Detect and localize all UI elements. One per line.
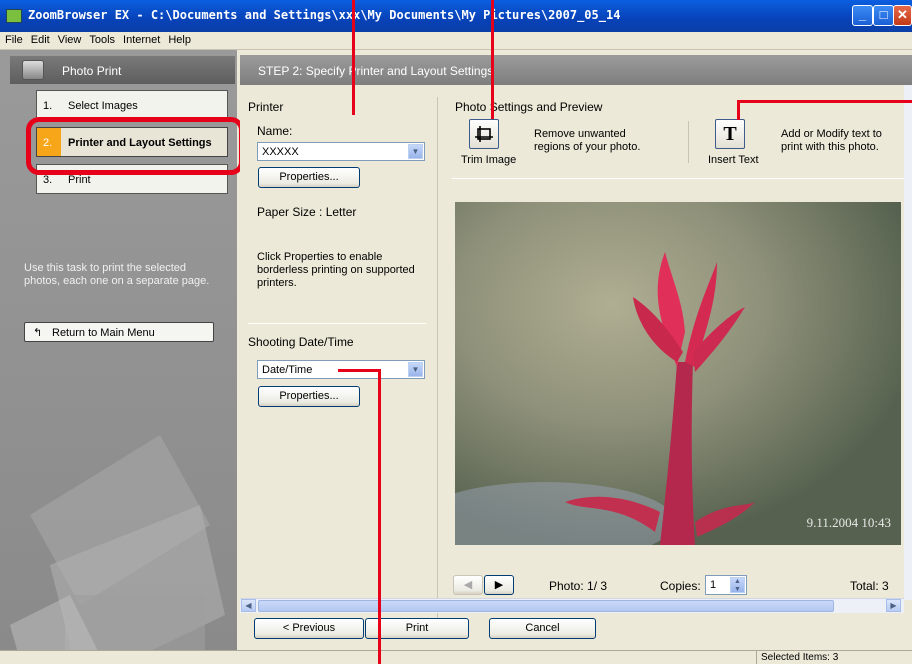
step-select-images[interactable]: 1. Select Images bbox=[36, 90, 228, 120]
date-properties-button[interactable]: Properties... bbox=[258, 386, 360, 407]
printer-section-label: Printer bbox=[248, 100, 284, 114]
window-title: ZoomBrowser EX - C:\Documents and Settin… bbox=[28, 8, 621, 22]
cancel-button[interactable]: Cancel bbox=[489, 618, 596, 639]
scroll-right-icon[interactable]: ▶ bbox=[886, 599, 901, 612]
app-icon bbox=[6, 9, 22, 23]
horizontal-scrollbar[interactable]: ◀ ▶ bbox=[240, 598, 904, 613]
return-label: Return to Main Menu bbox=[52, 327, 155, 339]
next-photo-button[interactable]: ▶ bbox=[484, 575, 514, 595]
total-label: Total: 3 bbox=[850, 579, 889, 593]
menu-file[interactable]: File bbox=[0, 32, 26, 46]
trim-image-button[interactable] bbox=[469, 119, 499, 149]
settings-pane: STEP 2: Specify Printer and Layout Setti… bbox=[240, 55, 912, 650]
step-label: Select Images bbox=[68, 100, 138, 112]
insert-text-description: Add or Modify text to print with this ph… bbox=[781, 128, 882, 153]
text-icon: T bbox=[723, 123, 737, 145]
stepper-arrows-icon[interactable]: ▲ ▼ bbox=[730, 577, 745, 593]
date-time-value: Date/Time bbox=[262, 364, 313, 376]
callout-line-date-horizontal bbox=[338, 369, 381, 372]
menu-view[interactable]: View bbox=[53, 32, 85, 46]
copies-stepper[interactable]: 1 ▲ ▼ bbox=[705, 575, 747, 595]
menu-internet[interactable]: Internet bbox=[118, 32, 163, 46]
tool-divider bbox=[688, 121, 689, 163]
close-button[interactable]: ✕ bbox=[893, 5, 912, 26]
printer-icon bbox=[22, 60, 44, 80]
menu-help[interactable]: Help bbox=[163, 32, 194, 46]
photo-counter: Photo: 1/ 3 bbox=[549, 579, 608, 593]
task-title: Photo Print bbox=[62, 64, 122, 78]
divider bbox=[452, 178, 904, 179]
selected-items-text: Selected Items: 3 bbox=[761, 652, 839, 663]
chevron-down-icon[interactable]: ▼ bbox=[408, 362, 423, 377]
printer-artwork-icon bbox=[10, 435, 225, 664]
step-number: 1. bbox=[43, 100, 53, 112]
copies-label: Copies: bbox=[660, 579, 701, 593]
printer-properties-button[interactable]: Properties... bbox=[258, 167, 360, 188]
paper-size-text: Paper Size : Letter bbox=[257, 205, 357, 219]
return-main-menu-button[interactable]: ↰ Return to Main Menu bbox=[24, 322, 214, 342]
step-label: Print bbox=[68, 174, 91, 186]
previous-button[interactable]: < Previous bbox=[254, 618, 364, 639]
callout-line-text-horizontal bbox=[737, 100, 912, 103]
previous-photo-button[interactable]: ◀ bbox=[453, 575, 483, 595]
status-cell: Selected Items: 3 bbox=[756, 651, 912, 664]
scroll-left-icon[interactable]: ◀ bbox=[241, 599, 256, 612]
task-header: Photo Print bbox=[10, 56, 235, 84]
step-header: STEP 2: Specify Printer and Layout Setti… bbox=[240, 55, 912, 85]
maximize-button[interactable]: □ bbox=[873, 5, 894, 26]
chevron-down-icon[interactable]: ▼ bbox=[408, 144, 423, 159]
vertical-scrollbar[interactable] bbox=[904, 85, 912, 600]
trim-description: Remove unwanted regions of your photo. bbox=[534, 128, 641, 153]
scroll-thumb[interactable] bbox=[258, 600, 834, 612]
divider bbox=[248, 323, 426, 324]
return-arrow-icon: ↰ bbox=[33, 327, 43, 339]
menu-bar: File Edit View Tools Internet Help bbox=[0, 32, 912, 50]
callout-line-printer bbox=[352, 0, 355, 115]
title-bar: ZoomBrowser EX - C:\Documents and Settin… bbox=[0, 0, 912, 32]
menu-tools[interactable]: Tools bbox=[84, 32, 118, 46]
printer-name-select[interactable]: XXXXX ▼ bbox=[257, 142, 425, 161]
photo-settings-label: Photo Settings and Preview bbox=[455, 100, 603, 114]
shooting-date-section-label: Shooting Date/Time bbox=[248, 335, 354, 349]
flower-photo bbox=[455, 202, 901, 545]
insert-text-label: Insert Text bbox=[708, 154, 759, 166]
printer-name-value: XXXXX bbox=[262, 146, 299, 158]
step-header-text: STEP 2: Specify Printer and Layout Setti… bbox=[258, 64, 494, 78]
photo-preview: 9.11.2004 10:43 bbox=[455, 202, 901, 545]
date-stamp: 9.11.2004 10:43 bbox=[806, 515, 891, 530]
callout-line-trim bbox=[491, 0, 494, 119]
trim-image-label: Trim Image bbox=[461, 154, 517, 166]
task-help-text: Use this task to print the selected phot… bbox=[24, 262, 210, 287]
menu-edit[interactable]: Edit bbox=[26, 32, 53, 46]
borderless-note: Click Properties to enable borderless pr… bbox=[257, 251, 415, 289]
status-bar: Selected Items: 3 bbox=[0, 650, 912, 664]
callout-line-date bbox=[378, 370, 381, 664]
insert-text-button[interactable]: T bbox=[715, 119, 745, 149]
callout-ring bbox=[26, 117, 244, 175]
printer-name-label: Name: bbox=[257, 124, 293, 138]
minimize-button[interactable]: _ bbox=[852, 5, 873, 26]
step-number: 3. bbox=[43, 174, 53, 186]
crop-icon bbox=[475, 126, 493, 142]
copies-value: 1 bbox=[710, 579, 717, 591]
vertical-divider bbox=[437, 97, 438, 637]
callout-line-text bbox=[737, 100, 740, 120]
